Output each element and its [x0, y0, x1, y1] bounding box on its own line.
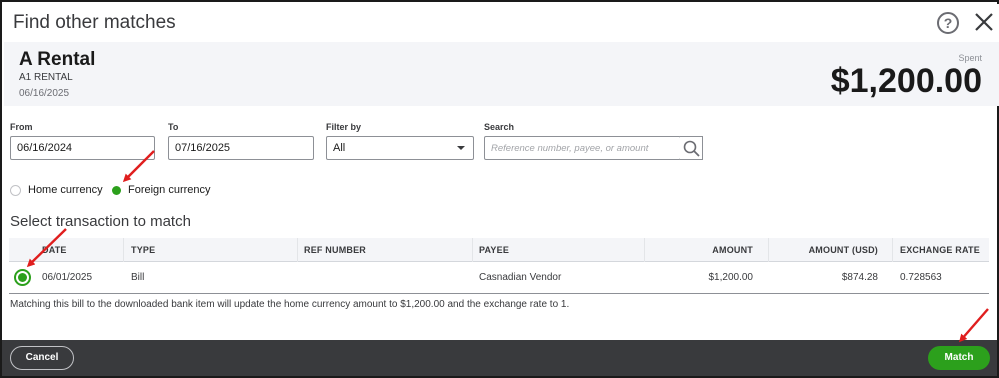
arrow-to-foreign-currency [122, 150, 155, 183]
arrow-to-row-radio [26, 228, 67, 268]
arrow-to-match-button [959, 308, 989, 343]
annotation-arrows [26, 150, 989, 343]
